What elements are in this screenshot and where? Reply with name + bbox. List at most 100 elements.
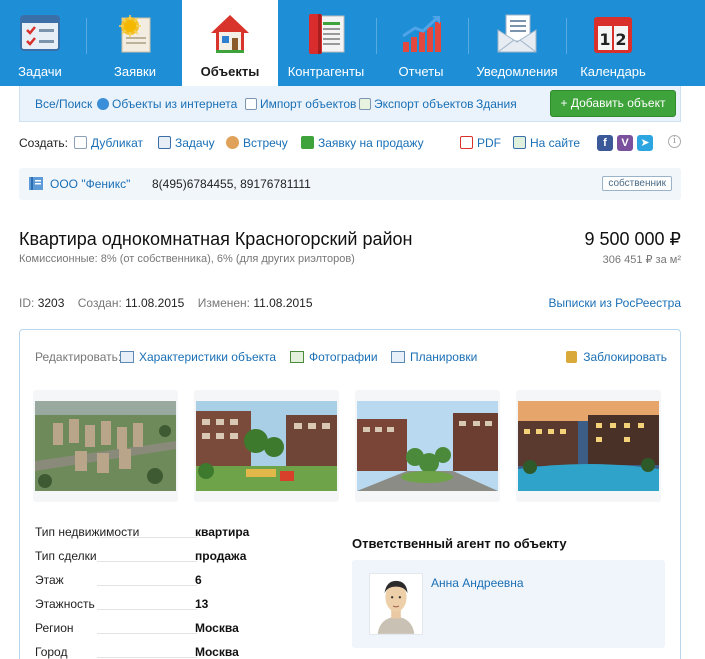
edit-layouts-link[interactable]: Планировки bbox=[391, 350, 477, 364]
agent-avatar[interactable] bbox=[369, 573, 423, 635]
street-boulevard-photo bbox=[357, 401, 498, 491]
facebook-icon[interactable]: f bbox=[597, 135, 613, 151]
property-value: продажа bbox=[195, 549, 247, 563]
edit-photos-label: Фотографии bbox=[309, 350, 378, 364]
contacts-book-icon bbox=[309, 14, 345, 54]
owner-role-badge: собственник bbox=[602, 176, 672, 191]
id-label: ID: bbox=[19, 296, 35, 310]
nav-requests[interactable]: Заявки bbox=[90, 0, 180, 86]
create-meeting-link[interactable]: Встречу bbox=[226, 136, 288, 150]
property-row: Город Москва bbox=[35, 645, 265, 659]
owner-bar: ООО "Феникс" 8(495)6784455, 89176781111 … bbox=[19, 168, 681, 200]
export-objects-link[interactable]: Экспорт объектов bbox=[359, 97, 474, 111]
top-navigation: Задачи Заявки Объекты Контрагенты Отчеты… bbox=[0, 0, 705, 86]
property-row: Тип сделки продажа bbox=[35, 549, 265, 565]
plus-icon bbox=[301, 136, 314, 149]
create-task-link[interactable]: Задачу bbox=[158, 136, 215, 150]
nav-divider bbox=[376, 18, 377, 54]
photo-thumbnail-4[interactable] bbox=[516, 390, 661, 502]
nav-reports[interactable]: Отчеты bbox=[378, 0, 464, 86]
characteristics-icon bbox=[120, 351, 134, 363]
on-site-label: На сайте bbox=[530, 136, 581, 150]
tasks-board-icon bbox=[20, 15, 60, 51]
duplicate-link[interactable]: Дубликат bbox=[74, 136, 143, 150]
property-key: Этажность bbox=[35, 597, 95, 611]
nav-notifications-label: Уведомления bbox=[476, 64, 558, 79]
website-icon bbox=[513, 136, 526, 149]
nav-calendar[interactable]: 1 2 Календарь bbox=[570, 0, 656, 86]
viber-icon[interactable]: V bbox=[617, 135, 633, 151]
nav-tasks-label: Задачи bbox=[18, 64, 62, 79]
import-objects-label: Импорт объектов bbox=[260, 97, 357, 111]
property-value: 13 bbox=[195, 597, 209, 611]
edit-photos-link[interactable]: Фотографии bbox=[290, 350, 378, 364]
internet-objects-link[interactable]: Объекты из интернета bbox=[97, 97, 237, 111]
photo-thumbnail-2[interactable] bbox=[194, 390, 339, 502]
nav-objects-label: Объекты bbox=[200, 64, 260, 79]
lock-link[interactable]: Заблокировать bbox=[566, 350, 667, 364]
objects-toolbar: Все/Поиск Объекты из интернета Импорт об… bbox=[19, 86, 681, 122]
all-search-link[interactable]: Все/Поиск bbox=[35, 97, 92, 111]
lock-label: Заблокировать bbox=[583, 350, 667, 364]
nav-contractors[interactable]: Контрагенты bbox=[280, 0, 372, 86]
growth-chart-icon bbox=[402, 16, 441, 52]
leader-line bbox=[97, 657, 197, 658]
leader-line bbox=[97, 609, 197, 610]
nav-divider bbox=[86, 18, 87, 54]
leader-line bbox=[97, 585, 197, 586]
pdf-link[interactable]: PDF bbox=[460, 136, 501, 150]
lock-icon bbox=[566, 351, 578, 363]
telegram-icon[interactable]: ➤ bbox=[637, 135, 653, 151]
pdf-label: PDF bbox=[477, 136, 501, 150]
rosreestr-link[interactable]: Выписки из РосРеестра bbox=[549, 296, 681, 310]
layouts-icon bbox=[391, 351, 405, 363]
task-icon bbox=[158, 136, 171, 149]
property-value: Москва bbox=[195, 621, 239, 635]
listing-meta: ID: 3203 Создан: 11.08.2015 Изменен: 11.… bbox=[19, 296, 313, 310]
nav-requests-label: Заявки bbox=[114, 64, 156, 79]
calendar-day-right: 2 bbox=[615, 30, 626, 49]
courtyard-playground-photo bbox=[196, 401, 337, 491]
leader-line bbox=[97, 633, 197, 634]
nav-reports-label: Отчеты bbox=[398, 64, 444, 79]
on-site-link[interactable]: На сайте bbox=[513, 136, 580, 150]
add-object-button[interactable]: + Добавить объект bbox=[550, 90, 676, 117]
changed-date: 11.08.2015 bbox=[253, 296, 313, 310]
listing-id: 3203 bbox=[37, 296, 65, 310]
property-row: Этаж 6 bbox=[35, 573, 265, 589]
info-icon[interactable]: i bbox=[668, 135, 681, 148]
nav-objects[interactable]: Объекты bbox=[182, 0, 278, 86]
create-actions-row: Создать: Дубликат Задачу Встречу Заявку … bbox=[19, 135, 681, 152]
globe-icon bbox=[97, 98, 109, 110]
nav-divider bbox=[468, 18, 469, 54]
duplicate-icon bbox=[74, 136, 87, 149]
notification-letter-icon bbox=[497, 14, 537, 53]
nav-tasks[interactable]: Задачи bbox=[0, 0, 80, 86]
property-row: Тип недвижимости квартира bbox=[35, 525, 265, 541]
import-icon bbox=[245, 98, 257, 110]
price-per-m2: 306 451 ₽ за м² bbox=[602, 254, 681, 266]
create-sale-request-label: Заявку на продажу bbox=[318, 136, 424, 150]
all-search-label: Все/Поиск bbox=[35, 97, 93, 111]
handshake-icon bbox=[226, 136, 239, 149]
calendar-icon: 1 2 bbox=[594, 17, 632, 53]
edit-label: Редактировать: bbox=[35, 350, 122, 364]
photo-thumbnail-1[interactable] bbox=[33, 390, 178, 502]
create-sale-request-link[interactable]: Заявку на продажу bbox=[301, 136, 424, 150]
property-value: Москва bbox=[195, 645, 239, 659]
created-label: Создан: bbox=[77, 296, 122, 310]
buildings-link[interactable]: Здания bbox=[476, 97, 517, 111]
photos-icon bbox=[290, 351, 304, 363]
responsible-agent-heading: Ответственный агент по объекту bbox=[352, 536, 567, 551]
import-objects-link[interactable]: Импорт объектов bbox=[245, 97, 356, 111]
nav-notifications[interactable]: Уведомления bbox=[470, 0, 564, 86]
nav-calendar-label: Календарь bbox=[580, 64, 646, 79]
export-icon bbox=[359, 98, 371, 110]
owner-name-link[interactable]: ООО "Феникс" bbox=[50, 177, 130, 191]
photo-thumbnail-3[interactable] bbox=[355, 390, 500, 502]
edit-characteristics-link[interactable]: Характеристики объекта bbox=[120, 350, 276, 364]
property-value: квартира bbox=[195, 525, 250, 539]
agent-name-link[interactable]: Анна Андреевна bbox=[431, 576, 524, 590]
leader-line bbox=[97, 537, 197, 538]
duplicate-label: Дубликат bbox=[91, 136, 143, 150]
